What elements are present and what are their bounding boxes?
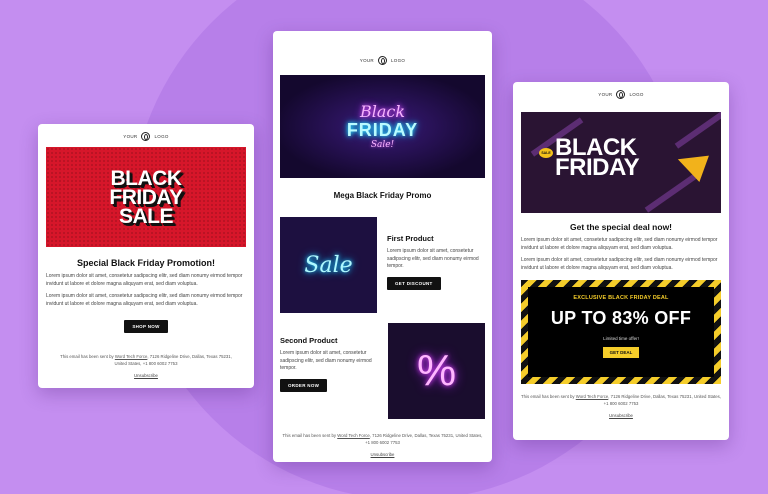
- hero-line: SALE: [118, 204, 174, 228]
- logo-icon: [377, 56, 387, 65]
- deal-banner: EXCLUSIVE BLACK FRIDAY DEAL UP TO 83% OF…: [521, 280, 721, 384]
- body-paragraph: Lorem ipsum dolor sit amet, consetetur s…: [46, 273, 243, 287]
- logo-text-right: LOGO: [629, 92, 644, 97]
- email-footer: This email has been sent by Word Tech Fo…: [38, 353, 254, 367]
- email-title: Special Black Friday Promotion!: [76, 258, 216, 268]
- email-template-card-1[interactable]: YOUR LOGO BLACK FRIDAY SALE Special Blac…: [38, 124, 254, 388]
- unsubscribe-link[interactable]: Unsubscribe: [513, 413, 729, 418]
- footer-prefix: This email has been sent by: [521, 394, 575, 399]
- logo-text-left: YOUR: [123, 134, 138, 139]
- product-description: Lorem ipsum dolor sit amet, consetetur s…: [280, 350, 372, 371]
- unsubscribe-link[interactable]: Unsubscribe: [38, 373, 254, 378]
- email-footer: This email has been sent by Word Tech Fo…: [273, 432, 492, 446]
- shop-now-button[interactable]: SHOP NOW: [124, 320, 168, 333]
- megaphone-icon: [673, 146, 709, 182]
- body-paragraph: Lorem ipsum dolor sit amet, consetetur s…: [521, 237, 718, 251]
- product-title: Second Product: [280, 336, 338, 345]
- email-template-card-2[interactable]: YOUR LOGO Black FRIDAY Sale! Mega Black …: [273, 31, 492, 462]
- hero-text: BLACK FRIDAY: [555, 136, 640, 181]
- lightning-bolt-decoration: [674, 112, 721, 149]
- lightning-bolt-decoration: [644, 173, 698, 213]
- product-image: %: [388, 323, 485, 419]
- body-paragraph: Lorem ipsum dolor sit amet, consetetur s…: [46, 293, 243, 307]
- footer-address: , 7126 Ridgeline Drive, Dallas, Texas 75…: [603, 394, 721, 406]
- company-link[interactable]: Word Tech Force: [576, 394, 609, 399]
- company-link[interactable]: Word Tech Force: [115, 354, 148, 359]
- email-footer: This email has been sent by Word Tech Fo…: [513, 393, 729, 407]
- logo-text-left: YOUR: [598, 92, 613, 97]
- product-info: First Product Lorem ipsum dolor sit amet…: [377, 217, 485, 313]
- sale-neon-text: Sale: [304, 252, 353, 278]
- get-deal-button[interactable]: GET DEAL: [602, 347, 640, 358]
- logo-text-right: LOGO: [154, 134, 169, 139]
- logo-icon: [616, 90, 626, 99]
- hero-line: Sale!: [370, 139, 395, 150]
- order-now-button[interactable]: ORDER NOW: [280, 378, 328, 392]
- footer-prefix: This email has been sent by: [282, 433, 337, 438]
- logo: YOUR LOGO: [273, 56, 492, 65]
- deal-label: EXCLUSIVE BLACK FRIDAY DEAL: [573, 295, 669, 301]
- hero-line: FRIDAY: [555, 154, 640, 181]
- product-row: Sale First Product Lorem ipsum dolor sit…: [273, 217, 492, 313]
- product-title: First Product: [387, 234, 434, 243]
- hero-line: BLACK: [110, 166, 183, 190]
- deal-headline: UP TO 83% OFF: [550, 308, 692, 328]
- company-link[interactable]: Word Tech Force: [337, 433, 370, 438]
- percent-neon-icon: %: [416, 346, 457, 395]
- hero-line: FRIDAY: [346, 119, 419, 140]
- hero-banner: BLACK FRIDAY SALE: [46, 147, 246, 247]
- hero-banner: SALE BLACK FRIDAY: [521, 112, 721, 213]
- deal-panel: EXCLUSIVE BLACK FRIDAY DEAL UP TO 83% OF…: [528, 287, 714, 377]
- sale-badge: SALE: [539, 148, 553, 158]
- hero-text: BLACK FRIDAY SALE: [109, 166, 183, 228]
- hero-banner: Black FRIDAY Sale!: [280, 75, 485, 178]
- product-description: Lorem ipsum dolor sit amet, consetetur s…: [387, 248, 479, 269]
- product-row: Second Product Lorem ipsum dolor sit ame…: [273, 323, 492, 419]
- footer-prefix: This email has been sent by: [60, 354, 114, 359]
- logo-icon: [141, 132, 151, 141]
- email-title: Get the special deal now!: [569, 222, 673, 232]
- get-discount-button[interactable]: GET DISCOUNT: [387, 276, 441, 290]
- logo-text-right: LOGO: [390, 58, 406, 63]
- logo: YOUR LOGO: [38, 132, 254, 141]
- logo-text-left: YOUR: [359, 58, 374, 63]
- footer-address: , 7126 Ridgeline Drive, Dallas, Texas 75…: [365, 433, 483, 445]
- deal-subtext: Limited time offer!: [603, 336, 639, 341]
- email-title: Mega Black Friday Promo: [333, 191, 432, 200]
- product-info: Second Product Lorem ipsum dolor sit ame…: [280, 323, 388, 419]
- logo: YOUR LOGO: [513, 90, 729, 99]
- unsubscribe-link[interactable]: Unsubscribe: [273, 452, 492, 457]
- body-paragraph: Lorem ipsum dolor sit amet, consetetur s…: [521, 257, 718, 271]
- email-template-card-3[interactable]: YOUR LOGO SALE BLACK FRIDAY Get the spec…: [513, 82, 729, 440]
- product-image: Sale: [280, 217, 377, 313]
- hero-line: Black: [359, 101, 406, 121]
- hero-line: FRIDAY: [109, 185, 183, 209]
